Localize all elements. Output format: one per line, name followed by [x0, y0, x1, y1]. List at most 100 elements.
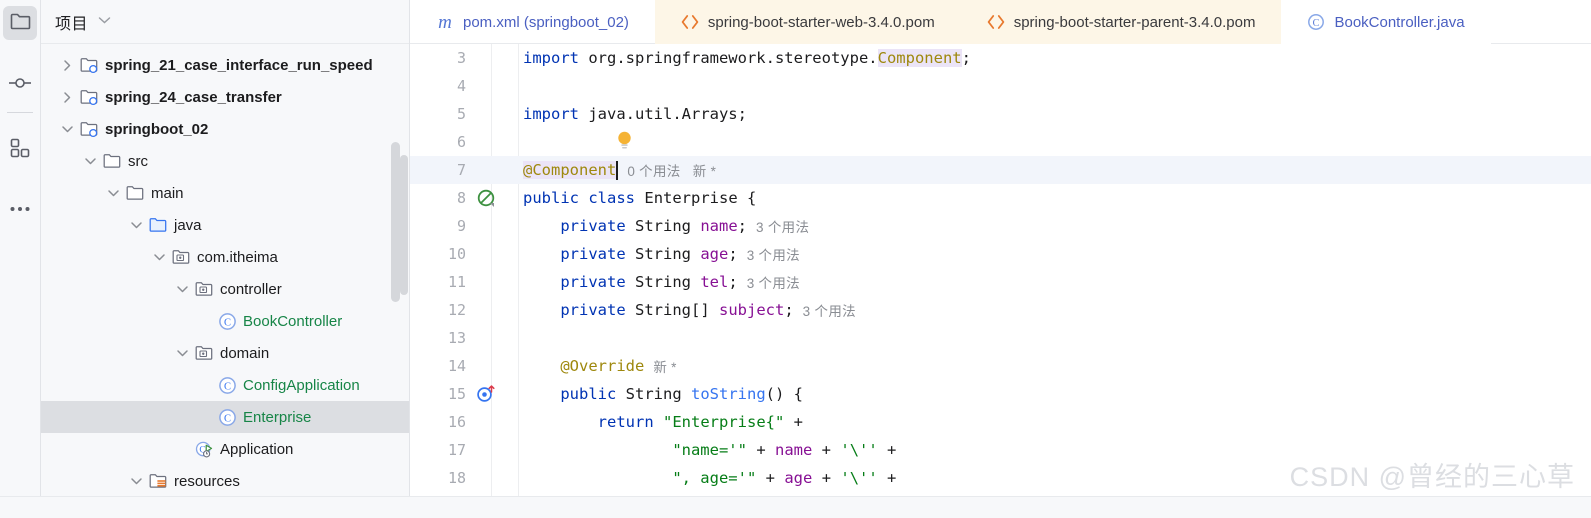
project-tool-window-title: 项目: [55, 15, 89, 33]
editor-tab-label: spring-boot-starter-web-3.4.0.pom: [707, 13, 935, 31]
line-number: 18: [447, 469, 466, 487]
package-icon: [195, 344, 214, 363]
tree-item-label: springboot_02: [105, 120, 209, 138]
editor-vertical-scrollbar[interactable]: [400, 155, 408, 295]
inlay-hint-usages[interactable]: 3 个用法: [738, 272, 800, 292]
token-field: age: [784, 469, 813, 487]
token-keyword: public: [523, 189, 579, 207]
tree-item-src[interactable]: src: [41, 145, 409, 177]
token-keyword: class: [588, 189, 636, 207]
chevron-down-icon[interactable]: [82, 153, 98, 169]
editor-tab-label: BookController.java: [1334, 13, 1465, 31]
java-class-icon: C: [218, 408, 237, 427]
line-number: 4: [456, 77, 466, 95]
tree-item-java[interactable]: java: [41, 209, 409, 241]
line-number: 15: [447, 385, 466, 403]
tree-item-domain[interactable]: domain: [41, 337, 409, 369]
token-package: org.springframework.stereotype.: [579, 49, 878, 67]
code-line-18: 18 ", age='" + age + '\'' +: [410, 464, 1591, 492]
tree-item-label: com.itheima: [197, 248, 278, 266]
chevron-down-icon[interactable]: [174, 281, 190, 297]
token-type: String: [635, 217, 691, 235]
token-type: String[]: [635, 301, 710, 319]
token-string: "Enterprise{": [663, 413, 785, 431]
tree-item-label: ConfigApplication: [243, 376, 360, 394]
tree-item-label: src: [128, 152, 148, 170]
chevron-down-icon[interactable]: [128, 473, 144, 489]
editor-tab-spring-boot-starter-parent-3.4.0.pom[interactable]: spring-boot-starter-parent-3.4.0.pom: [960, 0, 1282, 44]
token-operator: +: [821, 469, 832, 487]
token-method: toString: [691, 385, 766, 403]
inlay-hint-usages[interactable]: 3 个用法: [738, 244, 800, 264]
line-number: 8: [456, 189, 466, 207]
chevron-down-icon[interactable]: [59, 121, 75, 137]
inlay-hint-usages[interactable]: 0 个用法 新 *: [618, 160, 716, 180]
runnable-class-icon: C: [195, 440, 214, 459]
folder-icon: [126, 184, 145, 203]
structure-icon: [10, 138, 30, 163]
tree-item-configapplication[interactable]: C ConfigApplication: [41, 369, 409, 401]
activity-bar: [0, 0, 41, 518]
tree-item-enterprise[interactable]: C Enterprise: [41, 401, 409, 433]
xml-icon: [681, 13, 699, 31]
tree-item-controller[interactable]: controller: [41, 273, 409, 305]
tree-vertical-scrollbar[interactable]: [391, 142, 400, 302]
line-number: 5: [456, 105, 466, 123]
project-tool-window-button[interactable]: [3, 6, 37, 40]
chevron-down-icon[interactable]: [128, 217, 144, 233]
editor-tab-spring-boot-starter-web-3.4.0.pom[interactable]: spring-boot-starter-web-3.4.0.pom: [654, 0, 961, 44]
token-operator: +: [887, 469, 897, 487]
code-text: import org.springframework.stereotype. Co…: [499, 49, 971, 67]
suppress-inspection-icon[interactable]: [473, 189, 499, 208]
tree-item-label: spring_24_case_transfer: [105, 88, 282, 106]
code-line-8: 8 public class Enterprise {: [410, 184, 1591, 212]
token-field: name: [700, 217, 738, 235]
tree-item-resources[interactable]: resources: [41, 465, 409, 497]
tree-item-main[interactable]: main: [41, 177, 409, 209]
token-keyword: import: [523, 49, 579, 67]
chevron-down-icon[interactable]: [151, 249, 167, 265]
token-keyword: public: [560, 385, 617, 403]
token-string: "name='": [672, 441, 747, 459]
package-icon: [172, 248, 191, 267]
chevron-down-icon[interactable]: [105, 185, 121, 201]
code-text: private String[] subject; 3 个用法: [499, 300, 856, 320]
code-text: "name='" + name + '\'' +: [499, 441, 896, 459]
chevron-right-icon[interactable]: [59, 89, 75, 105]
code-line-11: 11 private String tel; 3 个用法: [410, 268, 1591, 296]
chevron-right-icon[interactable]: [59, 57, 75, 73]
chevron-down-icon[interactable]: [98, 16, 111, 27]
code-editor[interactable]: 3 import org.springframework.stereotype.…: [410, 44, 1591, 507]
code-line-6: 6: [410, 128, 1591, 156]
code-line-15: 15 public String toString() {: [410, 380, 1591, 408]
tree-item-bookcontroller[interactable]: C BookController: [41, 305, 409, 337]
project-tree[interactable]: spring_21_case_interface_run_speedspring…: [41, 44, 409, 518]
code-text: ", age='" + age + '\'' +: [499, 469, 896, 487]
inlay-hint-usages[interactable]: 3 个用法: [747, 216, 809, 236]
module-icon: [80, 56, 99, 75]
token-string: ", age='": [672, 469, 757, 487]
editor-tab-pom.xml--springboot_02-[interactable]: m pom.xml (springboot_02): [410, 0, 655, 44]
more-tool-windows-button[interactable]: [3, 191, 37, 225]
line-number: 13: [447, 329, 466, 347]
tree-item-application[interactable]: C Application: [41, 433, 409, 465]
inlay-hint-new[interactable]: 新 *: [644, 356, 676, 376]
tree-item-spring_21_case_interface_run_speed[interactable]: spring_21_case_interface_run_speed: [41, 49, 409, 81]
token-annotation: @Override: [560, 357, 645, 375]
activity-bar-divider: [7, 112, 33, 113]
tree-item-com-itheima[interactable]: com.itheima: [41, 241, 409, 273]
tree-item-spring_24_case_transfer[interactable]: spring_24_case_transfer: [41, 81, 409, 113]
inlay-hint-usages[interactable]: 3 个用法: [794, 300, 856, 320]
commit-tool-window-button[interactable]: [3, 68, 37, 102]
structure-tool-window-button[interactable]: [3, 133, 37, 167]
source-root-icon: [149, 216, 168, 235]
overriding-method-icon[interactable]: [473, 384, 499, 404]
tree-item-springboot_02[interactable]: springboot_02: [41, 113, 409, 145]
chevron-down-icon[interactable]: [174, 345, 190, 361]
token-operator: +: [793, 413, 804, 431]
editor-tab-bookcontroller.java[interactable]: C BookController.java: [1281, 0, 1491, 44]
line-number: 11: [447, 273, 466, 291]
line-number: 9: [456, 217, 466, 235]
token-tail: () {: [765, 385, 803, 403]
token-semicolon: ;: [728, 245, 738, 263]
